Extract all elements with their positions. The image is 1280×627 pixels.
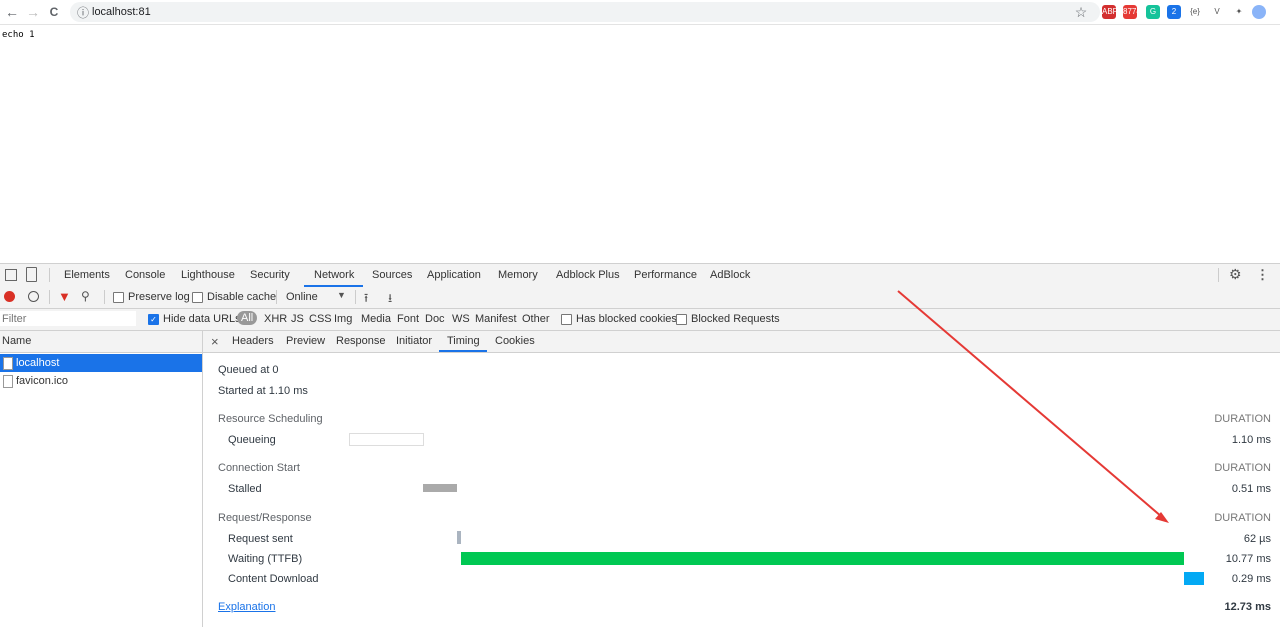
annotation-arrow bbox=[897, 290, 1169, 523]
